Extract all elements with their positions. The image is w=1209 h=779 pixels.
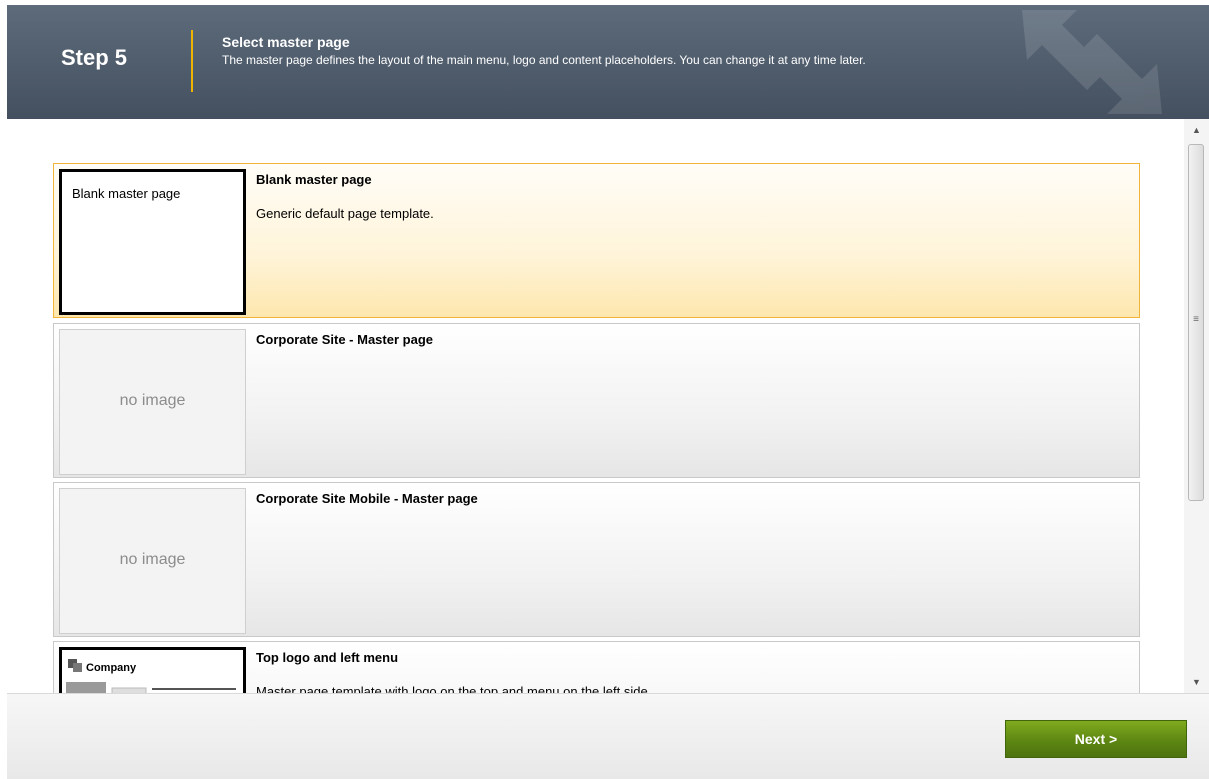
thumbnail-label: Blank master page <box>72 186 181 201</box>
master-page-thumbnail: no image <box>59 488 246 634</box>
grip-icon: ≡ <box>1193 314 1199 325</box>
wizard-footer: Next > <box>7 693 1209 779</box>
no-image-label: no image <box>119 551 186 568</box>
master-page-item[interactable]: Blank master page Blank master page Gene… <box>53 163 1140 318</box>
next-button[interactable]: Next > <box>1005 720 1187 758</box>
page-title: Select master page <box>222 34 350 50</box>
thumbnail-label: Company <box>86 662 137 674</box>
master-page-title: Blank master page <box>256 172 372 187</box>
master-page-title: Top logo and left menu <box>256 650 399 665</box>
arrow-down-icon[interactable]: ▼ <box>1184 673 1209 691</box>
master-page-title: Corporate Site - Master page <box>256 332 433 347</box>
master-page-title: Corporate Site Mobile - Master page <box>256 491 478 506</box>
header-divider <box>191 30 193 92</box>
wizard-header: Step 5 Select master page The master pag… <box>7 5 1209 119</box>
vertical-scrollbar[interactable]: ▲ ≡ ▼ <box>1184 119 1209 693</box>
step-label: Step 5 <box>61 45 128 70</box>
master-page-thumbnail: Company <box>59 647 246 693</box>
page-description: The master page defines the layout of th… <box>222 53 866 67</box>
master-page-thumbnail: no image <box>59 329 246 475</box>
master-page-list: Blank master page Blank master page Gene… <box>7 119 1184 693</box>
master-page-item[interactable]: Company Top logo and left menu Master pa… <box>53 641 1140 693</box>
master-page-item[interactable]: no image Corporate Site Mobile - Master … <box>53 482 1140 637</box>
master-page-item[interactable]: no image Corporate Site - Master page <box>53 323 1140 478</box>
arrows-logo-icon <box>1022 10 1162 114</box>
arrow-up-icon[interactable]: ▲ <box>1184 121 1209 139</box>
master-page-description: Generic default page template. <box>256 206 434 221</box>
no-image-label: no image <box>119 392 186 409</box>
master-page-description: Master page template with logo on the to… <box>256 684 652 693</box>
scrollbar-thumb[interactable]: ≡ <box>1188 144 1204 501</box>
master-page-thumbnail: Blank master page <box>59 169 246 315</box>
